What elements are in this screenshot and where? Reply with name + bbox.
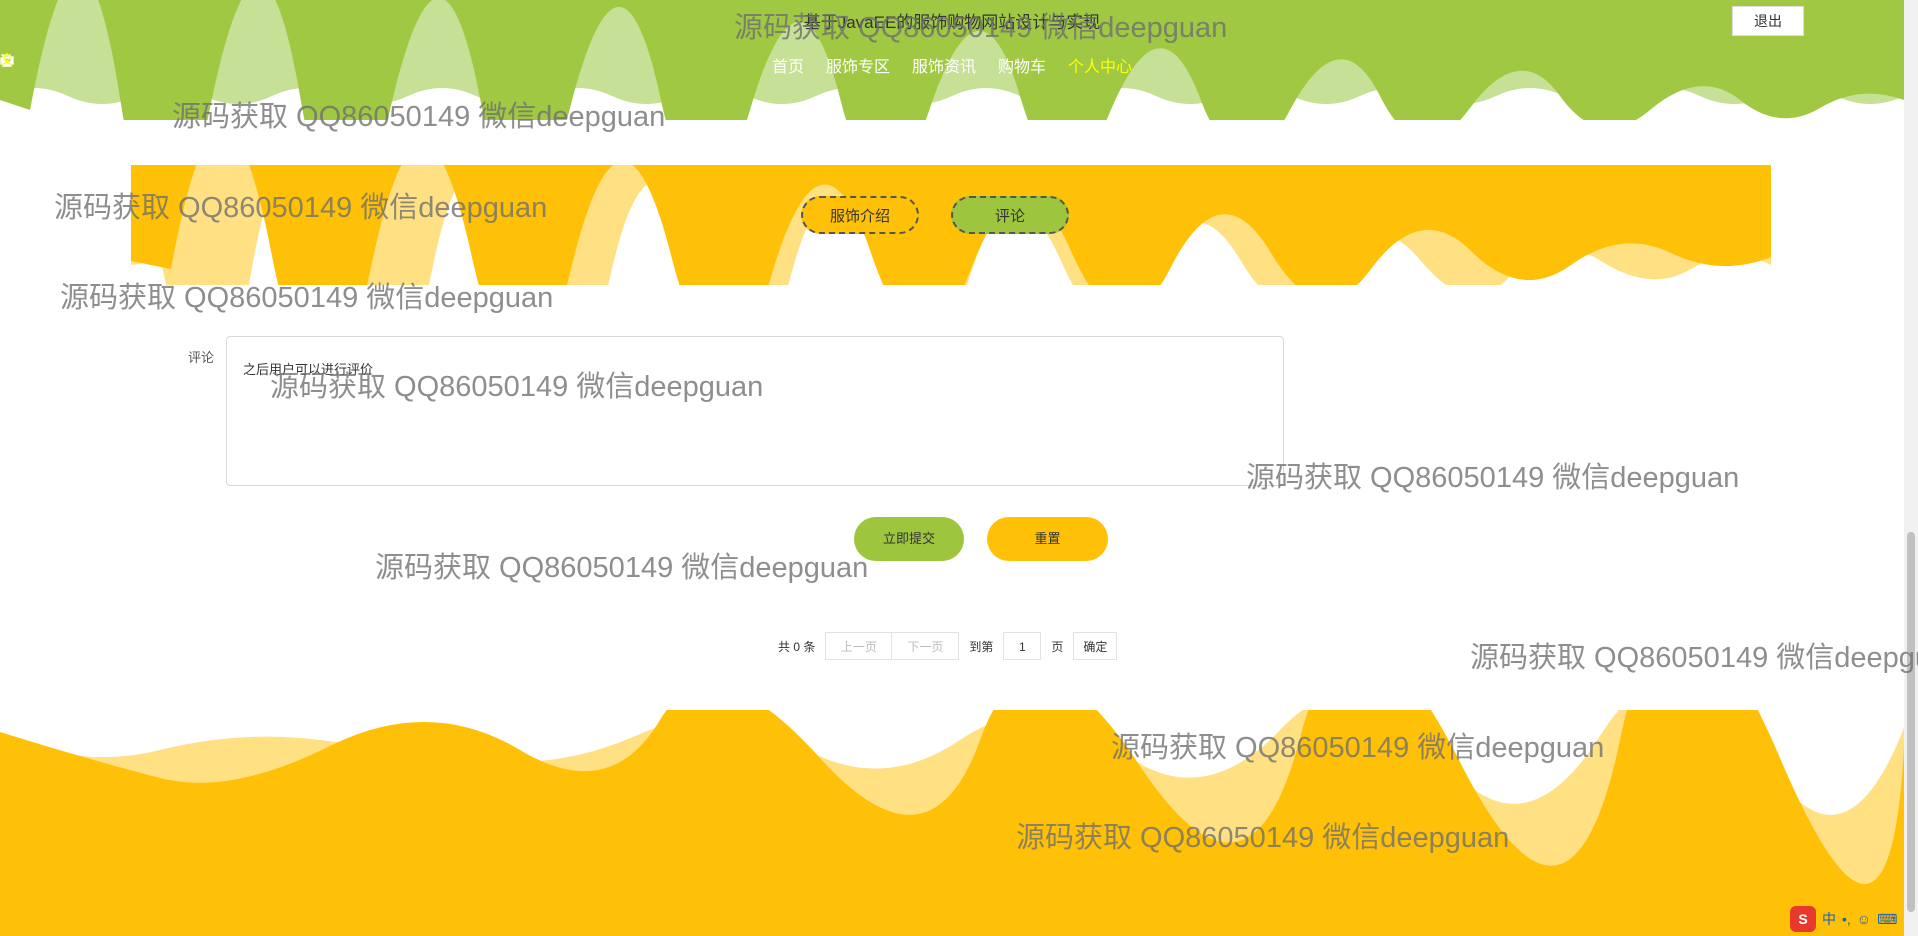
- pagination: 共 0 条 上一页 下一页 到第 1 页 确定: [778, 631, 1118, 661]
- reset-button[interactable]: 重置: [987, 517, 1108, 561]
- comment-label: 评论: [188, 350, 215, 365]
- main-nav: 首页 服饰专区 服饰资讯 购物车 个人中心: [0, 53, 1904, 77]
- nav-label-clothing-zone: 服饰专区: [825, 59, 890, 76]
- prev-page-button[interactable]: 上一页: [825, 632, 893, 660]
- footer-wave-background: [0, 710, 1904, 936]
- keyboard-icon[interactable]: ⌨: [1877, 911, 1897, 928]
- ime-toolbar[interactable]: S 中 •, ☺ ⌨: [1790, 906, 1897, 932]
- nav-label-clothing-news: 服饰资讯: [911, 59, 976, 76]
- detail-tab-banner: 服饰介绍 评论: [131, 165, 1771, 285]
- footer-wave: [0, 710, 1904, 936]
- punctuation-icon[interactable]: •,: [1842, 911, 1851, 927]
- pagination-total: 共 0 条: [778, 639, 816, 654]
- watermark-text: 源码获取 QQ86050149 微信deepguan: [375, 552, 869, 584]
- sogou-ime-icon[interactable]: S: [1790, 906, 1816, 932]
- nav-label-personal-center: 个人中心: [1068, 59, 1133, 76]
- nav-item-clothing-news[interactable]: 服饰资讯: [0, 53, 976, 77]
- nav-label-home: 首页: [771, 59, 804, 76]
- nav-item-cart[interactable]: 购物车: [1, 53, 1047, 77]
- page-unit-label: 页: [1051, 639, 1064, 654]
- nav-item-personal-center[interactable]: 个人中心: [1, 53, 1133, 77]
- page-number-input[interactable]: 1: [1003, 632, 1042, 660]
- watermark-text: 源码获取 QQ86050149 微信deepguan: [1470, 642, 1918, 674]
- tab-comments[interactable]: 评论: [951, 196, 1069, 234]
- submit-button[interactable]: 立即提交: [854, 517, 964, 561]
- page-scrollbar[interactable]: [1904, 0, 1918, 936]
- scrollbar-thumb[interactable]: [1907, 532, 1915, 912]
- site-title: 基于JavaEE的服饰购物网站设计与实现: [803, 13, 1101, 32]
- goto-confirm-button[interactable]: 确定: [1073, 632, 1118, 660]
- user-icon: [1, 54, 13, 67]
- top-header: 基于JavaEE的服饰购物网站设计与实现 退出 首页 服饰专区 服饰资讯 购物车…: [0, 0, 1904, 120]
- nav-item-home[interactable]: 首页: [0, 53, 804, 77]
- nav-label-cart: 购物车: [998, 59, 1047, 76]
- goto-page-label: 到第: [969, 639, 994, 654]
- logout-button[interactable]: 退出: [1732, 6, 1804, 36]
- comment-textarea[interactable]: 之后用户可以进行评价: [226, 336, 1284, 486]
- watermark-text: 源码获取 QQ86050149 微信deepguan: [1246, 462, 1740, 494]
- tab-clothing-intro[interactable]: 服饰介绍: [801, 196, 919, 234]
- ime-mode-label[interactable]: 中: [1822, 909, 1836, 929]
- emoji-icon[interactable]: ☺: [1857, 911, 1871, 927]
- tab-banner-wave-background: [131, 165, 1771, 285]
- nav-item-clothing-zone[interactable]: 服饰专区: [1, 53, 890, 77]
- next-page-button[interactable]: 下一页: [892, 632, 960, 660]
